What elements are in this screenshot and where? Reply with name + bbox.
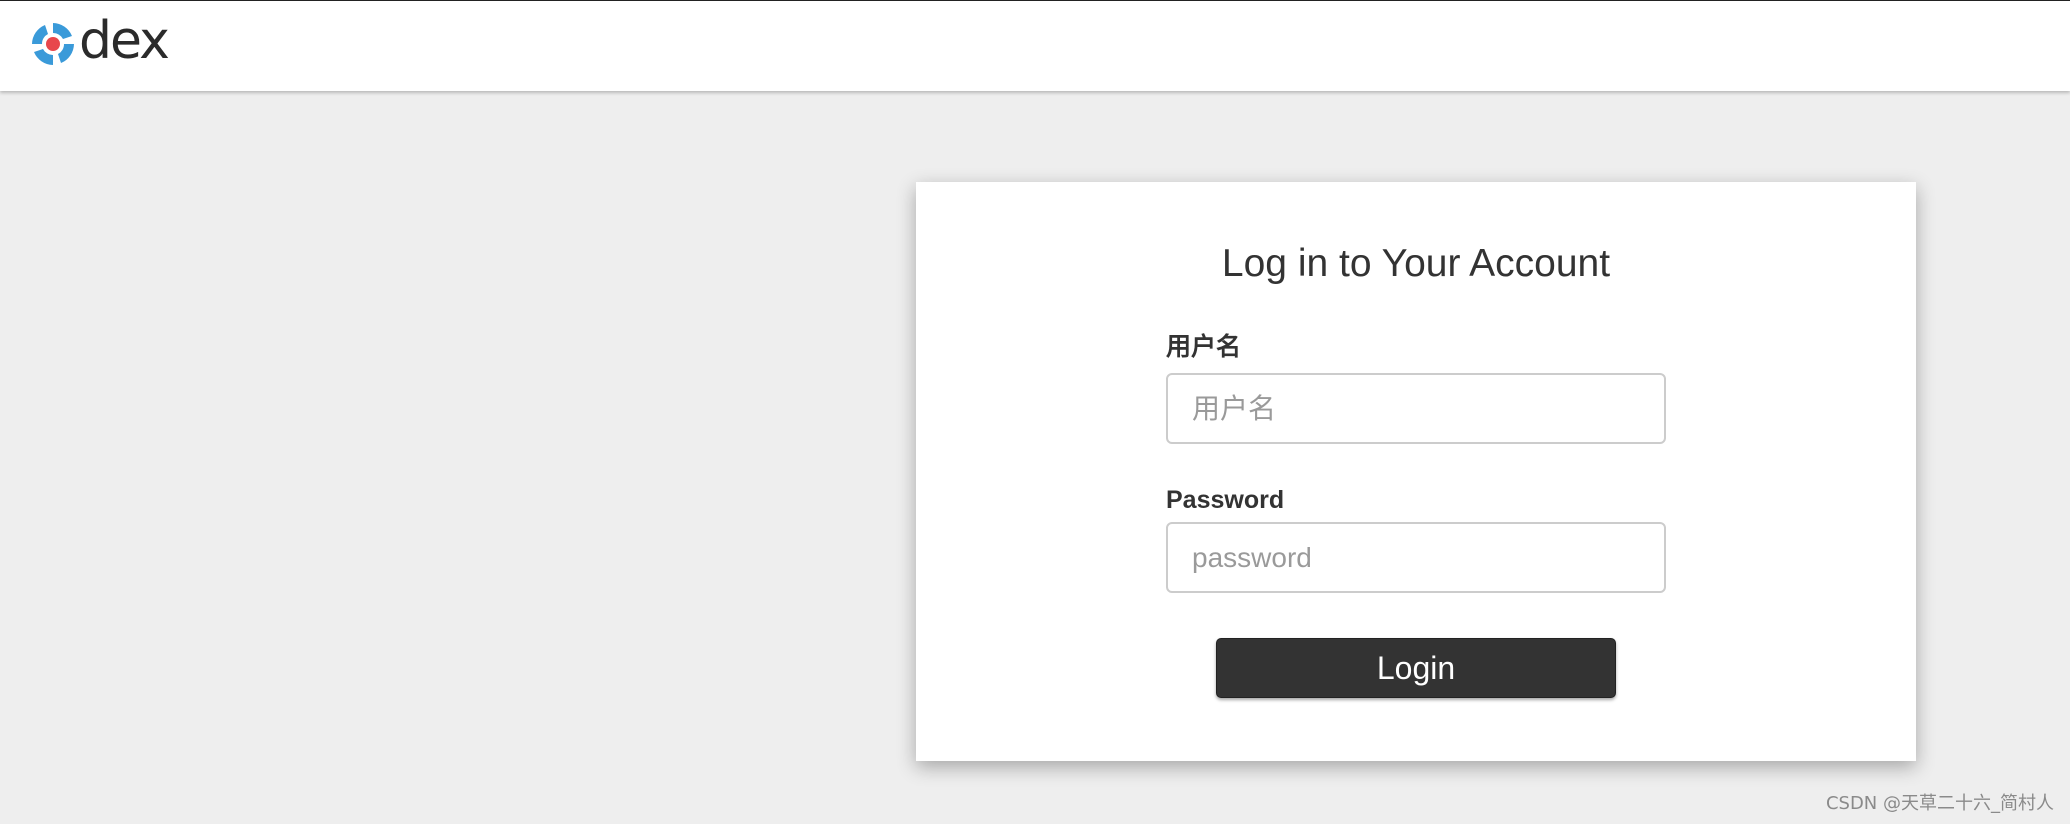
login-title: Log in to Your Account	[1221, 242, 1611, 285]
password-label: Password	[1166, 486, 1285, 514]
login-button[interactable]: Login	[1216, 638, 1616, 698]
logo-text: dex	[79, 11, 170, 71]
watermark-text: CSDN @天草二十六_简村人	[1825, 793, 2054, 814]
username-label: 用户名	[1166, 333, 1242, 361]
username-input[interactable]	[1166, 373, 1666, 444]
dex-logo-icon	[32, 23, 74, 65]
header-bar: dex	[0, 0, 2070, 91]
login-card: Log in to Your Account 用户名 Password Logi…	[916, 182, 1916, 761]
password-input[interactable]	[1166, 522, 1666, 593]
dex-logo[interactable]: dex	[28, 11, 170, 71]
